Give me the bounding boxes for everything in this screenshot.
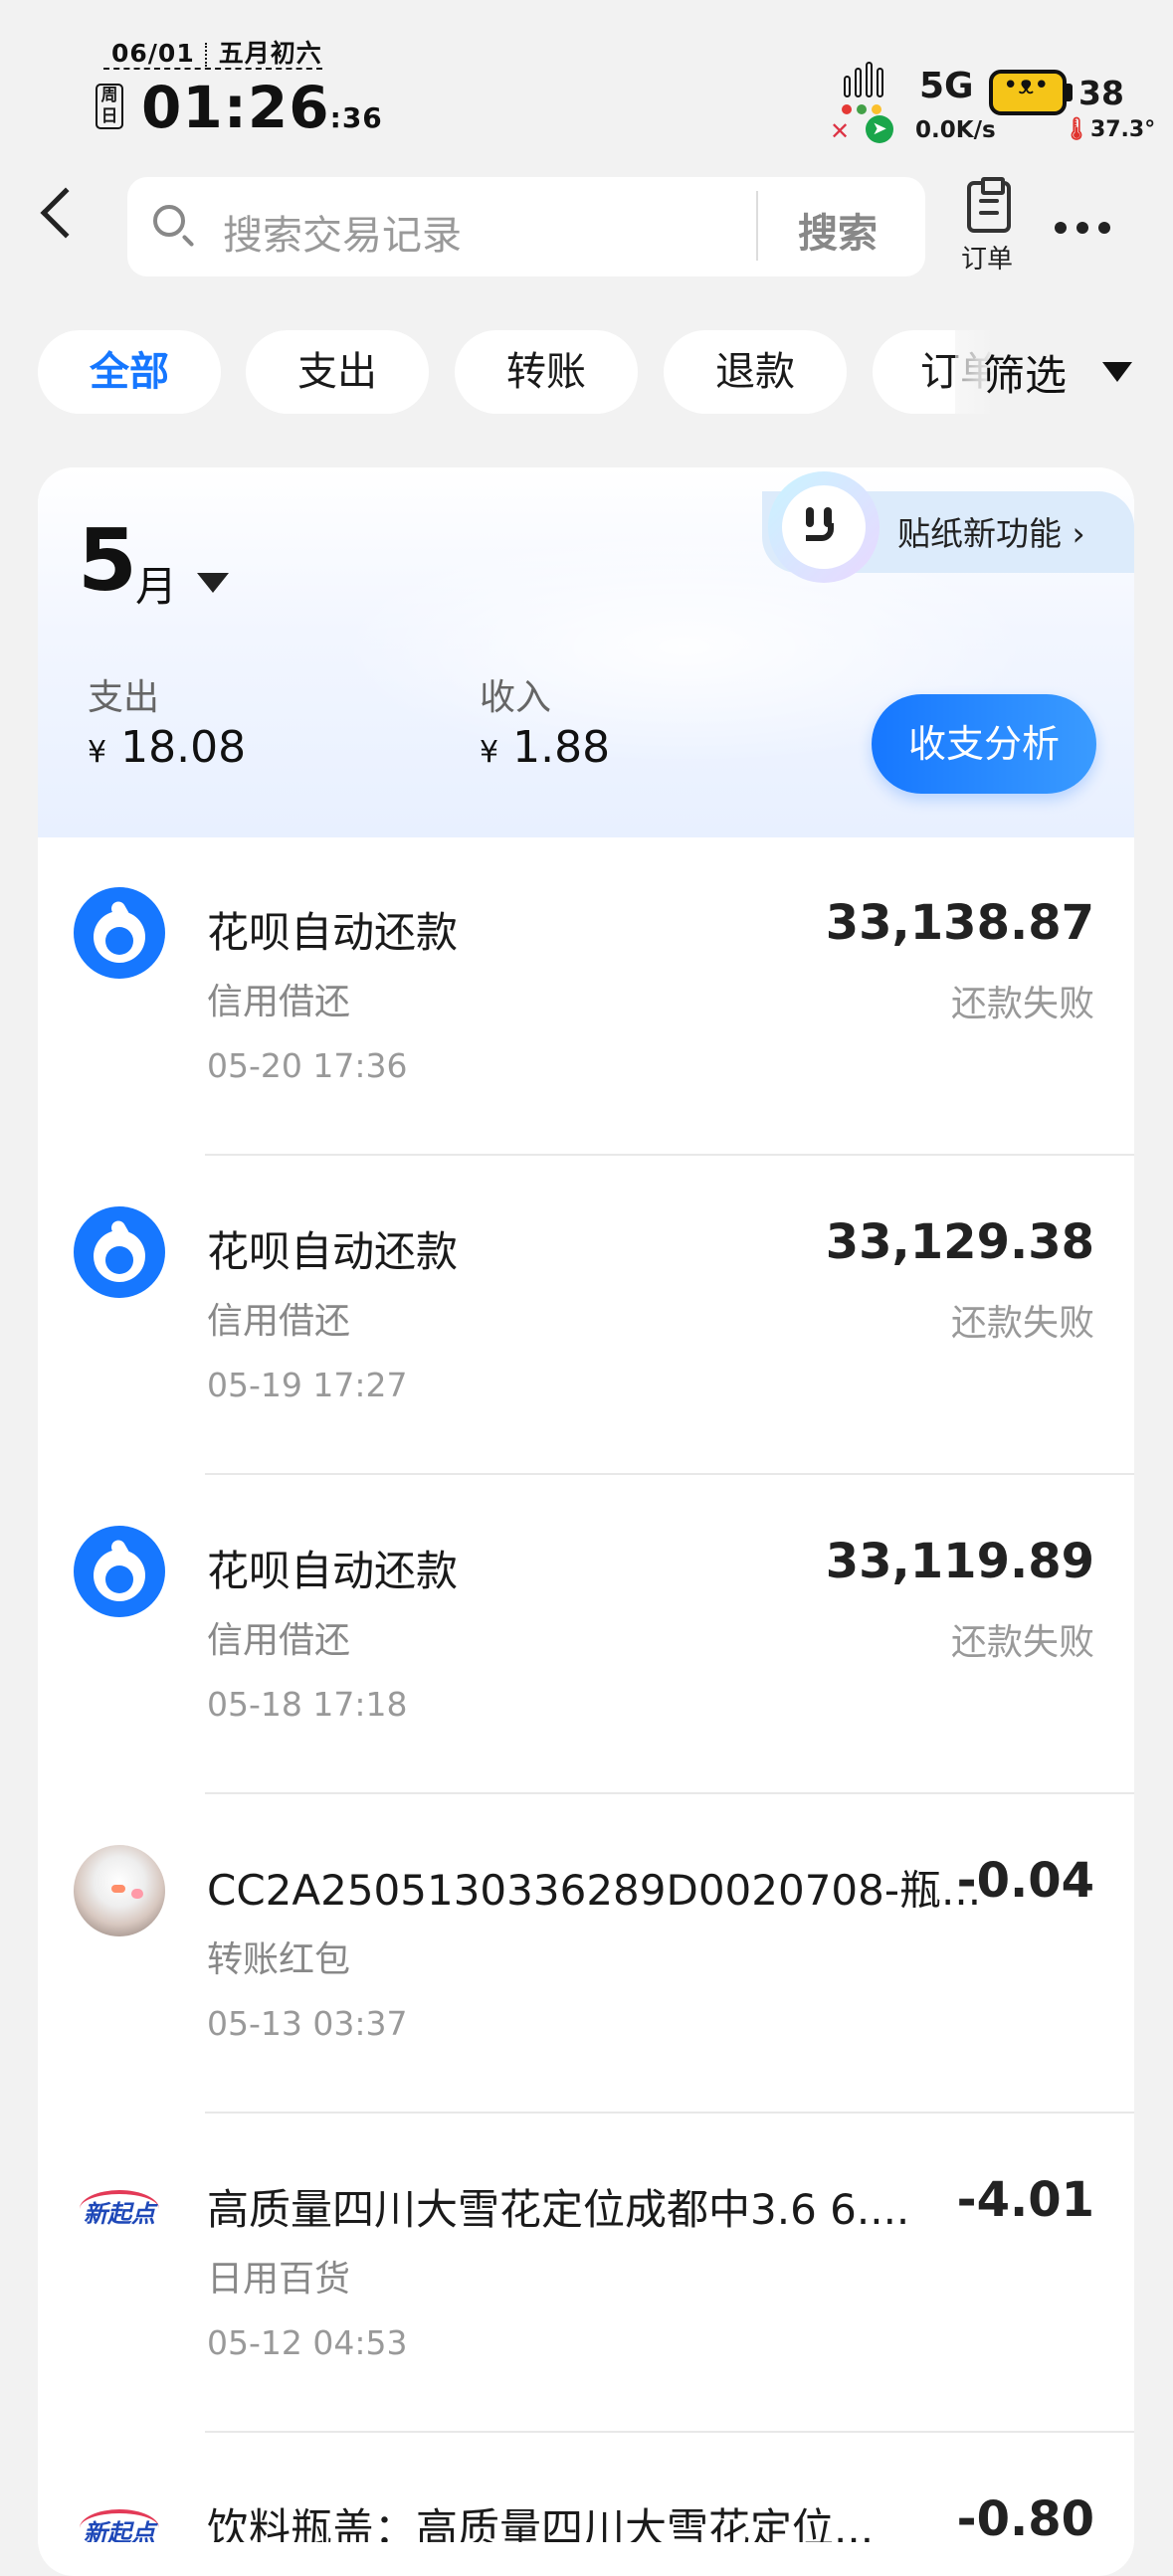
huabei-icon	[74, 1526, 165, 1617]
transaction-row[interactable]: 新起点 高质量四川大雪花定位成都中3.6 6.... 日用百货 05-12 04…	[38, 2115, 1134, 2433]
currency-symbol: ¥	[88, 735, 107, 770]
signal-icon	[844, 62, 887, 97]
transaction-row[interactable]: 花呗自动还款 信用借还 05-19 17:27 33,129.38 还款失败	[38, 1157, 1134, 1475]
transaction-title: 花呗自动还款	[207, 1227, 459, 1276]
transaction-category: 信用借还	[207, 982, 351, 1022]
filter-chip-transfer[interactable]: 转账	[455, 330, 638, 414]
transaction-date: 05-12 04:53	[207, 2323, 408, 2362]
huabei-icon	[74, 887, 165, 979]
lunar-date-text: 五月初六	[218, 39, 322, 68]
transaction-category: 信用借还	[207, 1301, 351, 1342]
date-text: 06/01	[111, 39, 195, 68]
network-speed: 0.0K/s	[915, 117, 996, 143]
transaction-date: 05-18 17:18	[207, 1685, 408, 1724]
transaction-amount: -4.01	[956, 2172, 1094, 2228]
sticker-feature-label[interactable]: 贴纸新功能 ›	[897, 507, 1085, 555]
time-main: 01:26	[141, 74, 330, 141]
sticker-feature-text: 贴纸新功能	[897, 514, 1062, 553]
search-button[interactable]: 搜索	[798, 201, 878, 259]
status-time: 01:26:36	[141, 74, 383, 141]
filter-button[interactable]: 筛选	[983, 342, 1067, 403]
transaction-status: 还款失败	[950, 984, 1094, 1024]
filter-dropdown-icon[interactable]	[1102, 362, 1132, 382]
row-divider	[205, 1473, 1134, 1475]
currency-symbol: ¥	[480, 735, 499, 770]
navigation-icon: ➤	[866, 115, 893, 143]
income-amount: 1.88	[512, 722, 611, 773]
search-divider	[756, 191, 758, 261]
order-label[interactable]: 订单	[961, 239, 1013, 276]
transaction-status: 还款失败	[950, 1303, 1094, 1344]
back-arrow-icon[interactable]	[40, 187, 92, 239]
transaction-amount: -0.04	[956, 1853, 1094, 1909]
month-unit[interactable]: 月	[135, 553, 177, 614]
xinqidian-logo-icon: 新起点	[74, 2164, 165, 2256]
filter-chip-expense[interactable]: 支出	[246, 330, 429, 414]
transaction-amount: 33,129.38	[825, 1214, 1094, 1270]
row-divider	[205, 2112, 1134, 2114]
transaction-amount: 33,138.87	[825, 895, 1094, 951]
transaction-title: CC2A2505130336289D0020708-瓶...	[207, 1866, 982, 1915]
temperature-value: 37.3°	[1089, 117, 1156, 142]
filter-chip-refund[interactable]: 退款	[664, 330, 847, 414]
search-icon	[153, 205, 185, 237]
expense-label: 支出	[88, 677, 160, 718]
month-number[interactable]: 5	[78, 511, 137, 611]
income-label: 收入	[480, 677, 552, 718]
transaction-category: 转账红包	[207, 1939, 351, 1980]
battery-level: 38	[1078, 74, 1124, 112]
more-icon[interactable]	[1055, 219, 1120, 238]
transaction-date: 05-13 03:37	[207, 2004, 408, 2043]
status-date: 06/01 五月初六	[111, 34, 322, 70]
date-divider	[103, 68, 322, 70]
order-icon[interactable]	[967, 177, 1011, 233]
transaction-title: 花呗自动还款	[207, 908, 459, 957]
transaction-row[interactable]: 花呗自动还款 信用借还 05-20 17:36 33,138.87 还款失败	[38, 837, 1134, 1156]
temperature: 🌡︎37.3°	[1063, 117, 1155, 142]
transaction-row[interactable]: 花呗自动还款 信用借还 05-18 17:18 33,119.89 还款失败	[38, 1476, 1134, 1794]
row-divider	[205, 2431, 1134, 2433]
expense-value: ¥18.08	[88, 722, 246, 773]
huabei-icon	[74, 1206, 165, 1298]
row-divider	[205, 1154, 1134, 1156]
transaction-date: 05-20 17:36	[207, 1046, 408, 1085]
transaction-title: 高质量四川大雪花定位成都中3.6 6....	[207, 2185, 910, 2234]
transaction-title: 花呗自动还款	[207, 1547, 459, 1595]
row-divider	[205, 1792, 1134, 1794]
thermometer-icon: 🌡︎	[1063, 117, 1090, 142]
analysis-button[interactable]: 收支分析	[872, 694, 1096, 794]
battery-tip	[1067, 84, 1073, 101]
time-seconds: :36	[329, 101, 383, 134]
transaction-amount: -0.80	[956, 2491, 1094, 2542]
battery-face-icon: •ᴥ•	[1003, 71, 1050, 100]
sticker-face-icon[interactable]	[768, 471, 880, 583]
transaction-date: 05-19 17:27	[207, 1366, 408, 1404]
transaction-row[interactable]: 新起点 饮料瓶盖：高质量四川大雪花定位... -0.80	[38, 2434, 1134, 2542]
income-value: ¥1.88	[480, 722, 610, 773]
expense-amount: 18.08	[120, 722, 247, 773]
transaction-category: 日用百货	[207, 2259, 351, 2300]
transaction-row[interactable]: CC2A2505130336289D0020708-瓶... 转账红包 05-1…	[38, 1795, 1134, 2114]
mute-icon: ✕	[830, 117, 851, 145]
weekday-badge: 周日	[96, 84, 123, 129]
xinqidian-logo-icon: 新起点	[74, 2484, 165, 2542]
month-dropdown-icon[interactable]	[197, 573, 229, 593]
chevron-right-icon: ›	[1062, 514, 1085, 553]
search-input[interactable]: 搜索交易记录	[223, 203, 462, 261]
transaction-amount: 33,119.89	[825, 1534, 1094, 1589]
snowman-avatar-icon	[74, 1845, 165, 1936]
transaction-title: 饮料瓶盖：高质量四川大雪花定位...	[207, 2504, 875, 2542]
filter-chip-all[interactable]: 全部	[38, 330, 221, 414]
transaction-status: 还款失败	[950, 1622, 1094, 1663]
transaction-category: 信用借还	[207, 1620, 351, 1661]
search-bar[interactable]: 搜索交易记录 搜索	[127, 177, 925, 276]
network-type: 5G	[919, 66, 974, 106]
